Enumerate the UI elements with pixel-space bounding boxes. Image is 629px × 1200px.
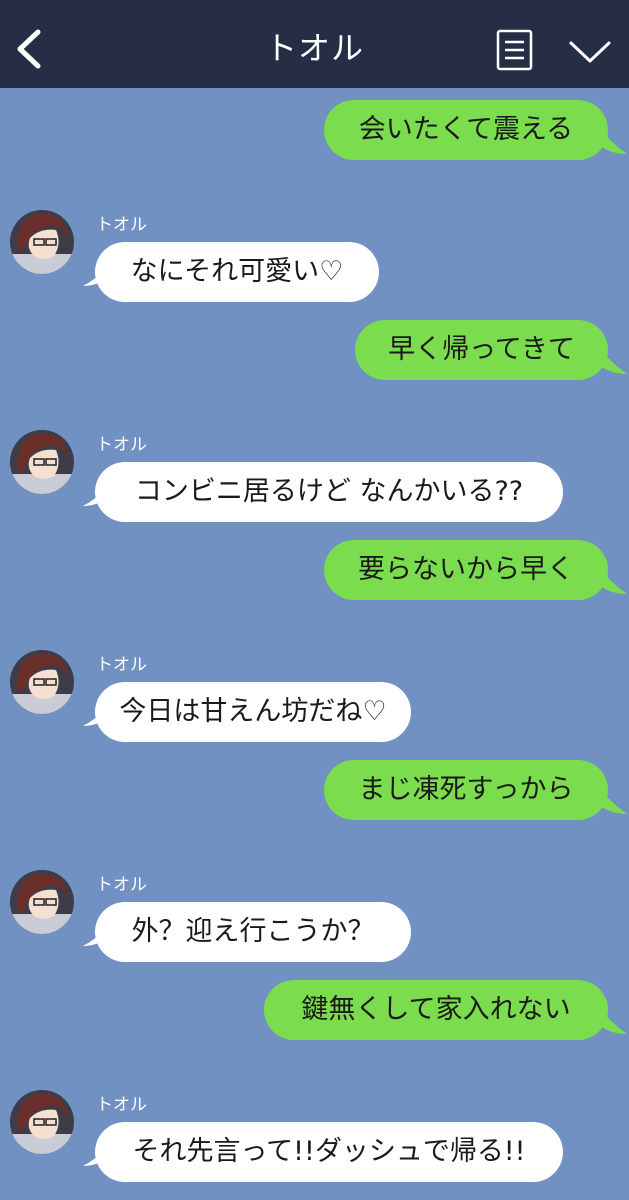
avatar[interactable] <box>10 870 74 934</box>
message-incoming: トオル コンビニ居るけど なんかいる?? <box>0 430 629 526</box>
sender-name: トオル <box>96 1095 147 1115</box>
message-incoming: トオル 外？迎え行こうか？ <box>0 870 629 966</box>
message-incoming: トオル 今日は甘えん坊だね♡ <box>0 650 629 746</box>
message-bubble[interactable]: コンビニ居るけど なんかいる?? <box>95 462 563 522</box>
sender-name: トオル <box>96 215 147 235</box>
message-bubble[interactable]: それ先言って!!ダッシュで帰る!! <box>95 1122 563 1182</box>
avatar[interactable] <box>10 1090 74 1154</box>
bubble-tail <box>600 788 627 814</box>
avatar-icon <box>10 1090 74 1154</box>
bubble-tail <box>600 1008 627 1034</box>
avatar-icon <box>10 210 74 274</box>
message-outgoing: 会いたくて震える <box>0 100 629 162</box>
sender-name: トオル <box>96 875 147 895</box>
bubble-tail <box>600 128 627 154</box>
message-bubble[interactable]: 鍵無くして家入れない <box>264 980 608 1040</box>
message-outgoing: 鍵無くして家入れない <box>0 980 629 1042</box>
bubble-tail <box>600 568 627 594</box>
message-bubble[interactable]: まじ凍死すっから <box>324 760 608 820</box>
message-bubble[interactable]: なにそれ可愛い♡ <box>95 242 379 302</box>
message-incoming: トオル それ先言って!!ダッシュで帰る!! <box>0 1090 629 1186</box>
chat-header: トオル <box>0 0 629 88</box>
message-bubble[interactable]: 会いたくて震える <box>324 100 608 160</box>
avatar[interactable] <box>10 650 74 714</box>
message-bubble[interactable]: 外？迎え行こうか？ <box>95 902 411 962</box>
bubble-tail <box>600 348 627 374</box>
sender-name: トオル <box>96 655 147 675</box>
message-outgoing: まじ凍死すっから <box>0 760 629 822</box>
menu-button[interactable] <box>496 29 534 71</box>
avatar-icon <box>10 430 74 494</box>
sender-name: トオル <box>96 435 147 455</box>
message-outgoing: 要らないから早く <box>0 540 629 602</box>
message-bubble[interactable]: 要らないから早く <box>324 540 608 600</box>
avatar-icon <box>10 870 74 934</box>
avatar[interactable] <box>10 210 74 274</box>
message-bubble[interactable]: 早く帰ってきて <box>355 320 608 380</box>
message-bubble[interactable]: 今日は甘えん坊だね♡ <box>95 682 411 742</box>
avatar[interactable] <box>10 430 74 494</box>
menu-list-icon <box>496 29 533 71</box>
chevron-down-icon <box>569 41 611 63</box>
chat-title: トオル <box>264 29 364 67</box>
avatar-icon <box>10 650 74 714</box>
message-outgoing: 早く帰ってきて <box>0 320 629 382</box>
message-incoming: トオル なにそれ可愛い♡ <box>0 210 629 306</box>
collapse-button[interactable] <box>568 36 612 68</box>
